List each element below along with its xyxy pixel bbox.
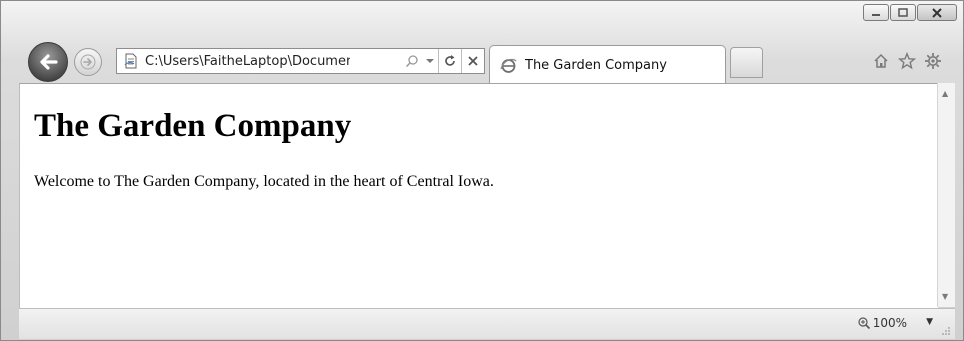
scroll-up-icon[interactable]: ▲	[942, 89, 948, 98]
address-bar-tools	[402, 49, 484, 73]
page-paragraph: Welcome to The Garden Company, located i…	[34, 173, 494, 190]
address-url-text[interactable]: C:\Users\FaitheLaptop\Documents\N	[145, 54, 350, 69]
close-window-button[interactable]	[917, 4, 957, 21]
minimize-button[interactable]	[863, 4, 889, 21]
page-content-area: The Garden Company Welcome to The Garden…	[19, 83, 938, 308]
minimize-icon	[872, 13, 880, 16]
settings-gear-icon[interactable]	[923, 51, 943, 71]
back-arrow-icon	[40, 54, 58, 70]
new-tab-button[interactable]	[730, 47, 763, 78]
forward-arrow-icon	[80, 54, 96, 70]
close-icon	[932, 7, 942, 18]
tab-the-garden-company[interactable]: The Garden Company	[489, 45, 726, 84]
tab-label: The Garden Company	[525, 57, 667, 73]
dropdown-icon[interactable]	[422, 49, 438, 73]
stop-icon[interactable]	[462, 49, 484, 73]
page-heading: The Garden Company	[34, 108, 352, 144]
status-bar: 100% ▼	[19, 308, 955, 339]
back-button[interactable]	[28, 42, 68, 82]
vertical-scrollbar[interactable]: ▲ ▼	[937, 83, 955, 307]
favorites-star-icon[interactable]	[897, 51, 917, 71]
window-caption-buttons	[863, 4, 957, 21]
ie-page-icon	[499, 56, 517, 74]
maximize-icon	[898, 8, 908, 17]
maximize-button[interactable]	[890, 4, 916, 21]
address-bar[interactable]: C:\Users\FaitheLaptop\Documents\N	[116, 48, 485, 74]
zoom-magnifier-icon	[858, 317, 870, 330]
refresh-icon[interactable]	[439, 49, 461, 73]
browser-window: C:\Users\FaitheLaptop\Documents\N	[0, 0, 964, 341]
scroll-down-icon[interactable]: ▼	[942, 292, 948, 301]
page-icon	[122, 52, 140, 70]
home-icon[interactable]	[871, 51, 891, 71]
forward-button[interactable]	[74, 48, 102, 76]
resize-grip-icon[interactable]	[941, 326, 951, 336]
zoom-level: 100%	[872, 316, 907, 330]
zoom-dropdown-icon[interactable]: ▼	[926, 317, 933, 327]
zoom-control[interactable]: 100%	[857, 316, 907, 330]
search-icon[interactable]	[402, 49, 422, 73]
